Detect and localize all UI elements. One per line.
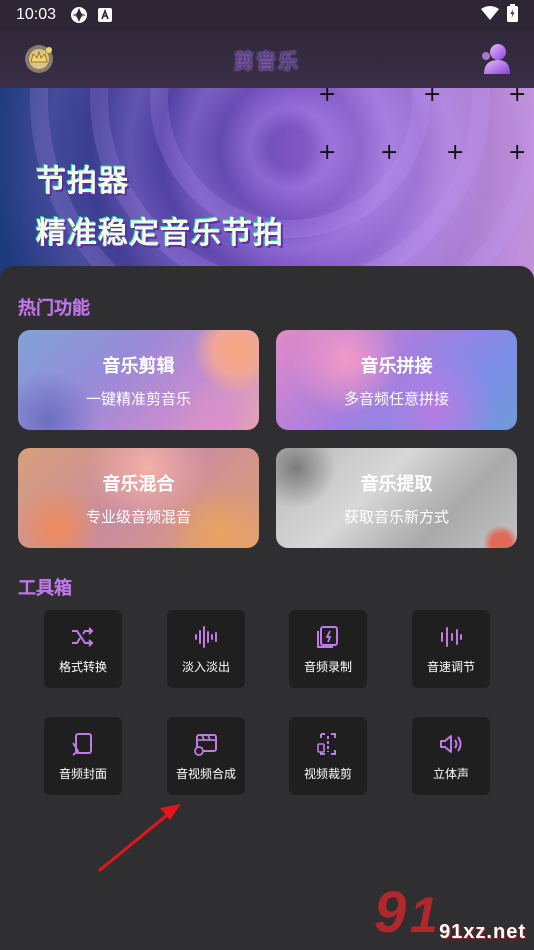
card-subtitle: 获取音乐新方式 xyxy=(343,507,449,526)
tool-label: 音频封面 xyxy=(58,766,107,781)
toolbox-title: 工具箱 xyxy=(18,578,72,599)
tool-audio-record[interactable]: 音频录制 xyxy=(289,610,367,688)
wifi-icon xyxy=(481,6,499,24)
hot-features-title: 热门功能 xyxy=(18,298,90,319)
tool-label: 格式转换 xyxy=(58,659,107,674)
card-subtitle: 专业级音频混音 xyxy=(85,507,191,526)
card-title: 音乐剪辑 xyxy=(102,355,175,377)
status-bar: 10:03 xyxy=(0,0,534,30)
watermark-text: 91xz.net xyxy=(439,921,526,943)
banner-headline: 节拍器 xyxy=(36,164,129,199)
cover-icon xyxy=(72,732,92,756)
card-title: 音乐拼接 xyxy=(360,355,433,377)
card-title: 音乐混合 xyxy=(102,473,175,495)
tool-label: 音频录制 xyxy=(303,659,352,674)
tool-fade[interactable]: 淡入淡出 xyxy=(167,610,245,688)
plus-decoration: + xyxy=(318,140,337,165)
sync-icon xyxy=(70,6,88,24)
tool-format-convert[interactable]: 格式转换 xyxy=(44,610,122,688)
user-profile-icon[interactable] xyxy=(476,40,514,78)
merge-icon xyxy=(194,733,217,756)
waveform-icon xyxy=(195,625,217,648)
card-subtitle: 多音频任意拼接 xyxy=(343,389,449,408)
banner-subheadline: 精准稳定音乐节拍 xyxy=(36,216,284,251)
vip-crown-icon[interactable] xyxy=(22,42,56,76)
crop-icon xyxy=(317,732,336,755)
app-title: 剪音乐 xyxy=(234,48,300,73)
tool-label: 音视频合成 xyxy=(175,766,236,781)
plus-decoration: + xyxy=(380,140,399,165)
card-music-mix[interactable]: 音乐混合 专业级音频混音 xyxy=(18,448,259,548)
tool-speed-adjust[interactable]: 音速调节 xyxy=(412,610,490,688)
record-icon xyxy=(317,625,338,648)
status-time: 10:03 xyxy=(16,6,57,23)
tool-audio-cover[interactable]: 音频封面 xyxy=(44,717,122,795)
notification-a-icon xyxy=(98,8,113,22)
plus-decoration: + xyxy=(423,88,442,107)
tool-label: 音速调节 xyxy=(426,659,475,674)
speed-icon xyxy=(441,626,462,647)
plus-decoration: + xyxy=(318,88,337,107)
app-bar: 剪音乐 xyxy=(0,30,534,88)
tool-label: 淡入淡出 xyxy=(181,659,230,674)
tool-label: 视频裁剪 xyxy=(303,766,352,781)
card-title: 音乐提取 xyxy=(360,473,433,495)
tool-video-crop[interactable]: 视频裁剪 xyxy=(289,717,367,795)
svg-text:1: 1 xyxy=(410,887,438,943)
card-music-join[interactable]: 音乐拼接 多音频任意拼接 xyxy=(276,330,517,430)
banner-metronome[interactable]: + + + + + + + 节拍器 精准稳定音乐节拍 xyxy=(0,88,534,278)
watermark: 9 1 91xz.net xyxy=(364,870,534,950)
card-subtitle: 一键精准剪音乐 xyxy=(85,389,191,408)
battery-icon xyxy=(507,4,518,26)
tool-av-merge[interactable]: 音视频合成 xyxy=(167,717,245,795)
shuffle-icon xyxy=(72,626,94,647)
svg-text:9: 9 xyxy=(374,880,406,945)
tool-label: 立体声 xyxy=(432,766,469,781)
card-music-edit[interactable]: 音乐剪辑 一键精准剪音乐 xyxy=(18,330,259,430)
plus-decoration: + xyxy=(508,140,527,165)
plus-decoration: + xyxy=(508,88,527,107)
tool-stereo[interactable]: 立体声 xyxy=(412,717,490,795)
card-music-extract[interactable]: 音乐提取 获取音乐新方式 xyxy=(276,448,517,548)
stereo-icon xyxy=(440,734,462,753)
plus-decoration: + xyxy=(446,140,465,165)
